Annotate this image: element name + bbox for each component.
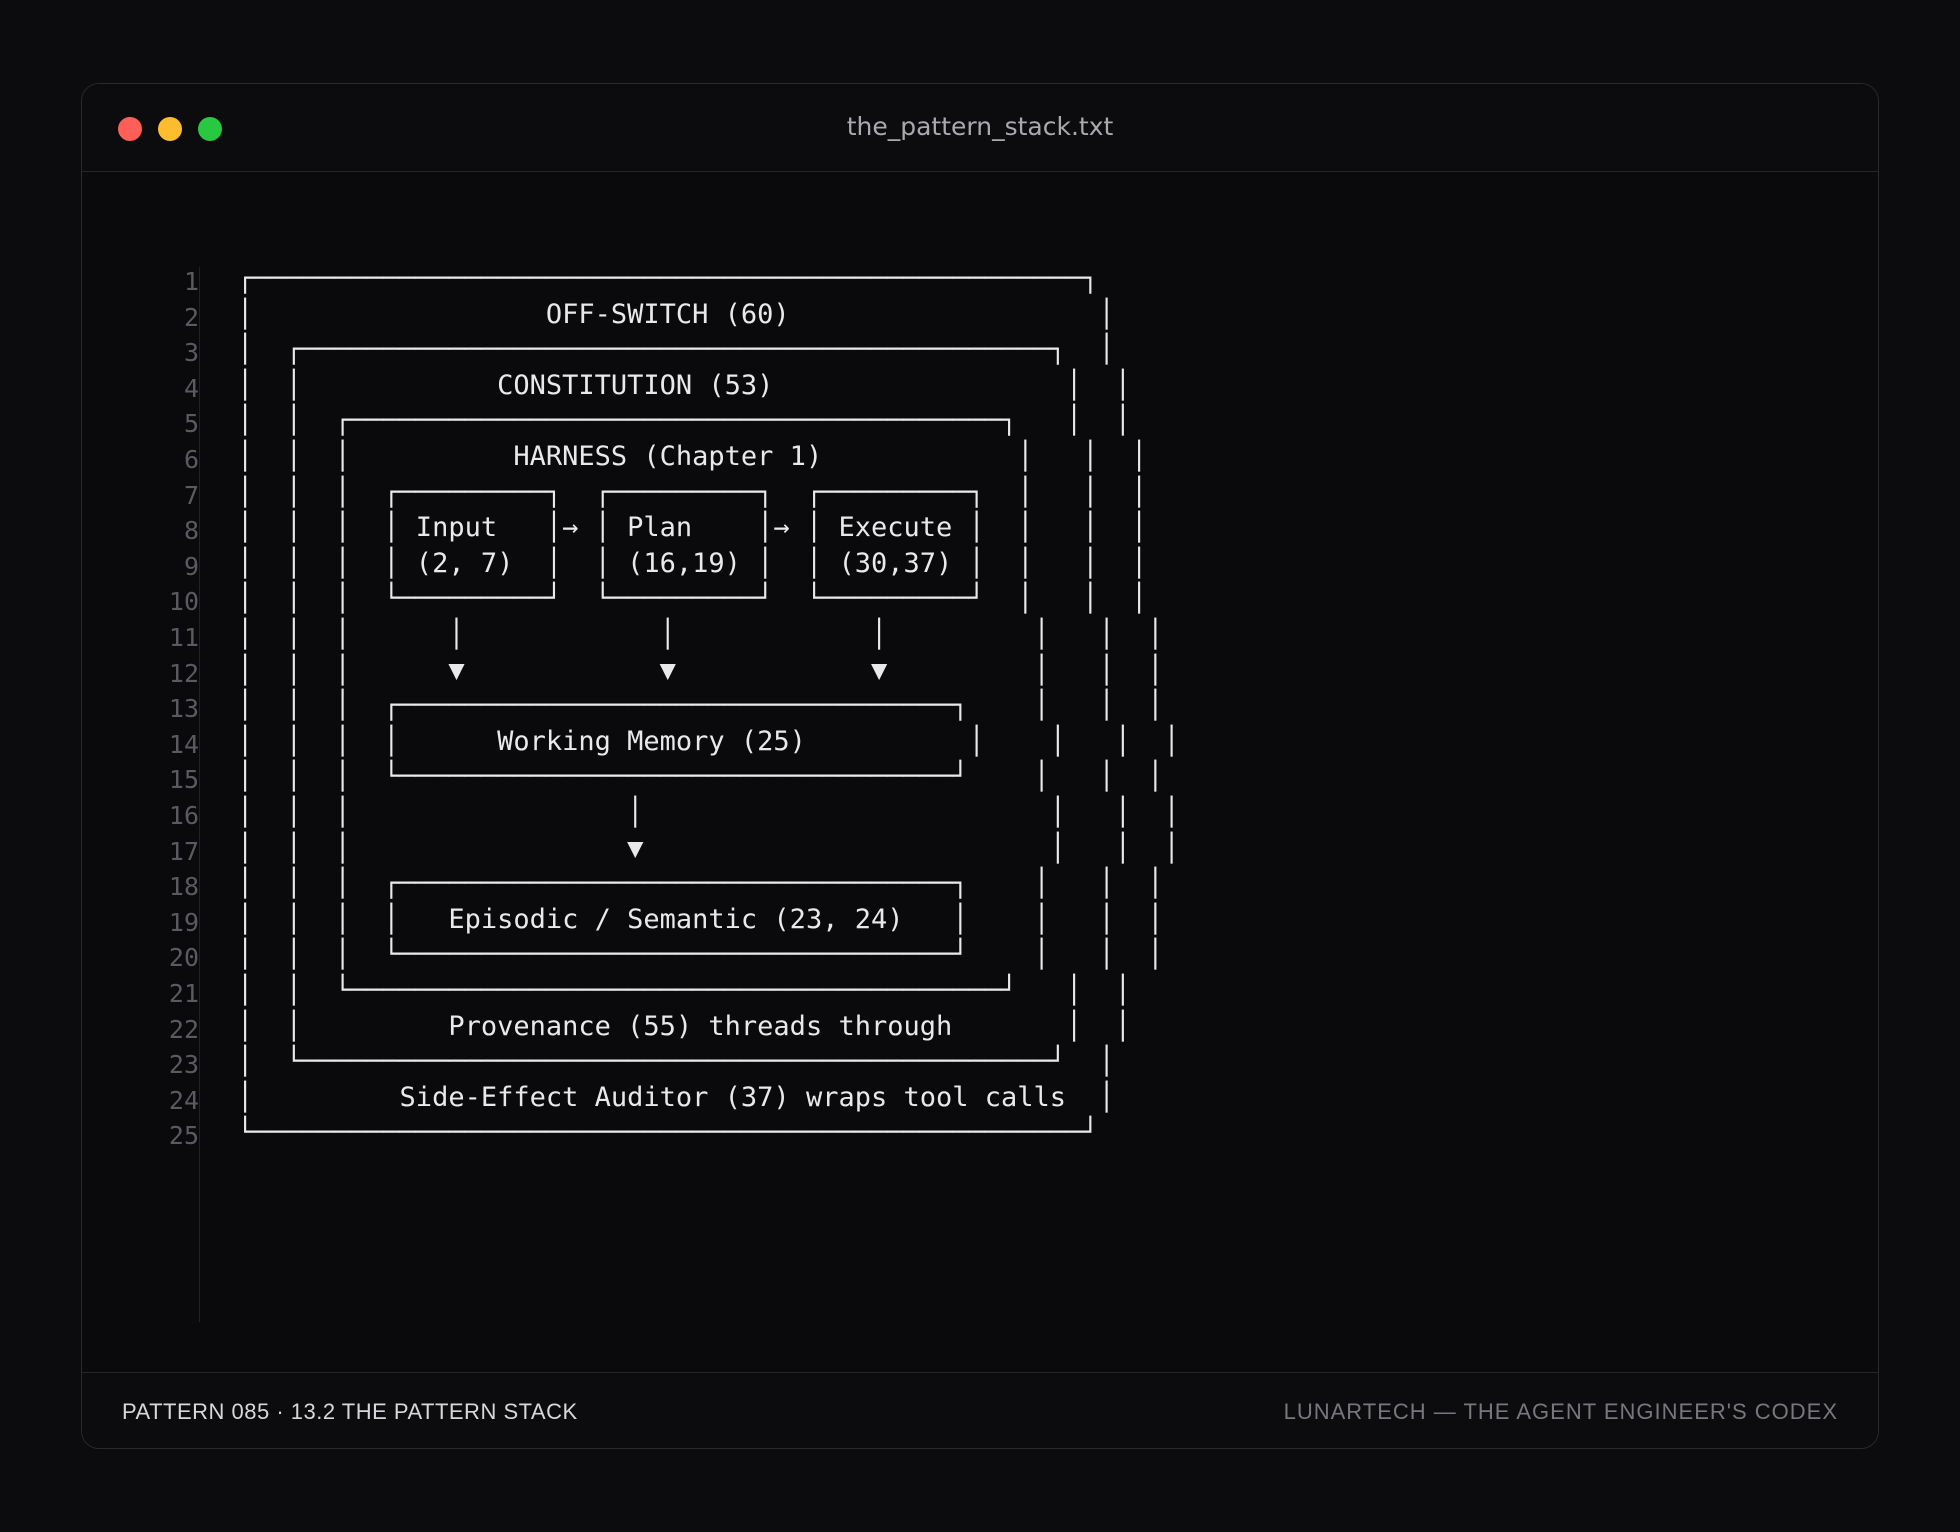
line-number: 10 — [168, 587, 199, 617]
text-editor[interactable]: 1 2 3 4 5 6 7 8 9 10 11 12 13 14 15 16 17 18 19 20 21 22 23 24 2… — [82, 172, 1878, 1358]
code-line: │ Side-Effect Auditor (37) wraps tool ca… — [237, 1081, 1115, 1113]
code-line: │ └─────────────────────────────────────… — [237, 1046, 1115, 1078]
code-line: │ │ │ ▼ │ │ │ — [237, 832, 1180, 864]
line-number: 22 — [168, 1014, 199, 1044]
line-number: 13 — [168, 694, 199, 724]
code-line: │ │ └───────────────────────────────────… — [237, 975, 1132, 1006]
status-footer: PATTERN 085 · 13.2 THE PATTERN STACK LUN… — [82, 1372, 1878, 1448]
code-line: ┌───────────────────────────────────────… — [237, 263, 1099, 294]
line-number: 11 — [168, 623, 199, 652]
code-line: │ │ │ │ │ │ │ │ │ — [237, 619, 1164, 650]
line-number: 17 — [168, 836, 199, 866]
code-line: │ │ │ │ │ │ │ — [237, 797, 1180, 828]
code-line: │ │ CONSTITUTION (53) │ │ — [237, 369, 1132, 401]
line-number: 2 — [183, 302, 199, 332]
code-line: │ │ │ └─────────────────────────────────… — [237, 761, 1164, 793]
line-number: 8 — [183, 516, 199, 546]
window-title: the_pattern_stack.txt — [846, 112, 1114, 141]
code-line: │ │ │ ┌─────────────────────────────────… — [237, 868, 1164, 900]
code-line: │ │ │ │ (2, 7) │ │ (16,19) │ │ (30,37) │… — [237, 547, 1148, 579]
gutter-divider — [199, 267, 200, 1322]
line-number: 18 — [168, 872, 199, 902]
title-bar: the_pattern_stack.txt — [82, 84, 1878, 172]
code-line: │ │ Provenance (55) threads through │ │ — [237, 1010, 1132, 1042]
line-number: 15 — [168, 765, 199, 795]
line-number: 14 — [168, 729, 199, 759]
line-number: 16 — [168, 801, 199, 830]
line-number: 6 — [183, 445, 199, 474]
code-line: │ │ │ │ Working Memory (25) │ │ │ │ — [237, 725, 1180, 757]
code-area[interactable]: ┌───────────────────────────────────────… — [237, 172, 1837, 1358]
line-number: 21 — [168, 979, 199, 1008]
line-number: 1 — [183, 267, 199, 296]
code-line: │ OFF-SWITCH (60) │ — [237, 298, 1115, 330]
line-number: 12 — [168, 658, 199, 688]
code-line: │ │ │ │ Input │→ │ Plan │→ │ Execute │ │… — [237, 512, 1148, 544]
line-number: 24 — [168, 1085, 199, 1115]
line-number: 7 — [183, 480, 199, 510]
publisher-label: LUNARTECH — THE AGENT ENGINEER'S CODEX — [1283, 1399, 1838, 1424]
line-number: 5 — [183, 409, 199, 439]
code-line: └───────────────────────────────────────… — [237, 1117, 1099, 1149]
code-line: │ │ │ ▼ ▼ ▼ │ │ │ — [237, 654, 1164, 686]
code-line: │ │ │ ┌─────────┐ ┌─────────┐ ┌─────────… — [237, 476, 1148, 508]
line-number-gutter: 1 2 3 4 5 6 7 8 9 10 11 12 13 14 15 16 17 18 19 20 21 22 23 24 2… — [82, 172, 199, 1358]
code-line: │ │ │ ┌─────────────────────────────────… — [237, 690, 1164, 722]
editor-window: the_pattern_stack.txt 1 2 3 4 5 6 7 8 9 10 11 12 13 1… — [81, 83, 1879, 1449]
code-line: │ │ │ │ Episodic / Semantic (23, 24) │ │… — [237, 903, 1164, 935]
code-line: │ │ │ └─────────┘ └─────────┘ └─────────… — [237, 583, 1148, 615]
code-line: │ │ │ HARNESS (Chapter 1) │ │ │ — [237, 441, 1148, 472]
line-number: 4 — [183, 373, 199, 403]
line-number: 23 — [168, 1050, 199, 1080]
code-line: │ ┌─────────────────────────────────────… — [237, 334, 1115, 366]
line-number: 9 — [183, 551, 199, 581]
line-number: 25 — [168, 1121, 199, 1151]
pattern-label: PATTERN 085 · 13.2 THE PATTERN STACK — [122, 1399, 578, 1424]
line-number: 20 — [168, 943, 199, 973]
code-line: │ │ │ └─────────────────────────────────… — [237, 939, 1164, 971]
line-number: 19 — [168, 907, 199, 937]
line-number: 3 — [183, 338, 199, 368]
code-line: │ │ ┌───────────────────────────────────… — [237, 405, 1132, 437]
